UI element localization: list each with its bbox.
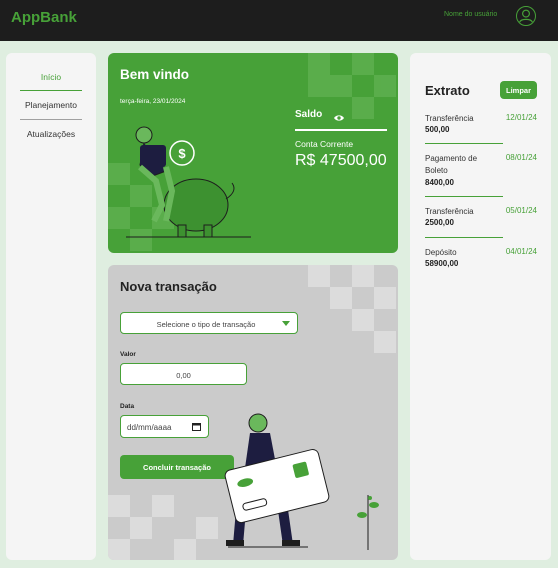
submit-transaction-button[interactable]: Concluir transação: [120, 455, 234, 479]
current-date: terça-feira, 23/01/2024: [120, 98, 186, 105]
date-label: Data: [120, 403, 135, 410]
piggy-bank-illustration: $: [126, 126, 251, 238]
entry-divider: [425, 196, 503, 197]
entry-amount: 8400,00: [425, 178, 454, 187]
entry-divider: [425, 143, 503, 144]
welcome-card: Bem vindo terça-feira, 23/01/2024 Saldo …: [108, 53, 398, 253]
svg-text:$: $: [178, 146, 186, 161]
entry-amount: 500,00: [425, 125, 450, 134]
entry-type: Depósito: [425, 248, 457, 257]
balance-divider: [295, 129, 387, 131]
sidebar: Início Planejamento Atualizações: [6, 53, 96, 560]
value-input[interactable]: 0,00: [120, 363, 247, 385]
eye-icon[interactable]: [333, 110, 345, 121]
sidebar-divider: [20, 90, 82, 91]
transaction-type-select[interactable]: Selecione o tipo de transação: [120, 312, 298, 334]
balance-label: Saldo: [295, 109, 323, 120]
entry-type: Transferência: [425, 114, 474, 123]
chevron-down-icon: [282, 321, 290, 326]
person-card-illustration: [224, 413, 379, 550]
entry-date: 04/01/24: [505, 247, 537, 256]
entry-type: Pagamento de Boleto: [425, 154, 478, 175]
entry-amount: 2500,00: [425, 218, 454, 227]
entry-date: 08/01/24: [505, 153, 537, 162]
account-type: Conta Corrente: [295, 139, 354, 149]
entry-type: Transferência: [425, 207, 474, 216]
sidebar-item-planejamento[interactable]: Planejamento: [20, 100, 82, 110]
entry-divider: [425, 237, 503, 238]
sidebar-item-inicio[interactable]: Início: [20, 72, 82, 82]
statement-panel: Extrato Limpar Transferência 12/01/24 50…: [410, 53, 551, 560]
entry-date: 12/01/24: [505, 113, 537, 122]
welcome-title: Bem vindo: [120, 67, 190, 82]
calendar-icon[interactable]: [192, 422, 201, 431]
sidebar-item-atualizacoes[interactable]: Atualizações: [20, 129, 82, 139]
date-placeholder: dd/mm/aaaa: [127, 423, 172, 432]
entry-date: 05/01/24: [505, 206, 537, 215]
user-name[interactable]: Nome do usuário: [444, 11, 497, 18]
top-bar: AppBank Nome do usuário: [0, 0, 558, 41]
date-input[interactable]: dd/mm/aaaa: [120, 415, 209, 438]
user-avatar-icon[interactable]: [516, 6, 536, 26]
new-transaction-card: Nova transação Selecione o tipo de trans…: [108, 265, 398, 560]
entry-amount: 58900,00: [425, 259, 459, 268]
value-label: Valor: [120, 351, 136, 358]
statement-title: Extrato: [425, 83, 470, 98]
sidebar-divider: [20, 119, 82, 120]
transaction-title: Nova transação: [120, 279, 217, 294]
app-logo[interactable]: AppBank: [11, 9, 77, 26]
balance-value: R$ 47500,00: [295, 152, 387, 169]
transaction-type-placeholder: Selecione o tipo de transação: [156, 320, 256, 329]
clear-statement-button[interactable]: Limpar: [500, 81, 537, 99]
